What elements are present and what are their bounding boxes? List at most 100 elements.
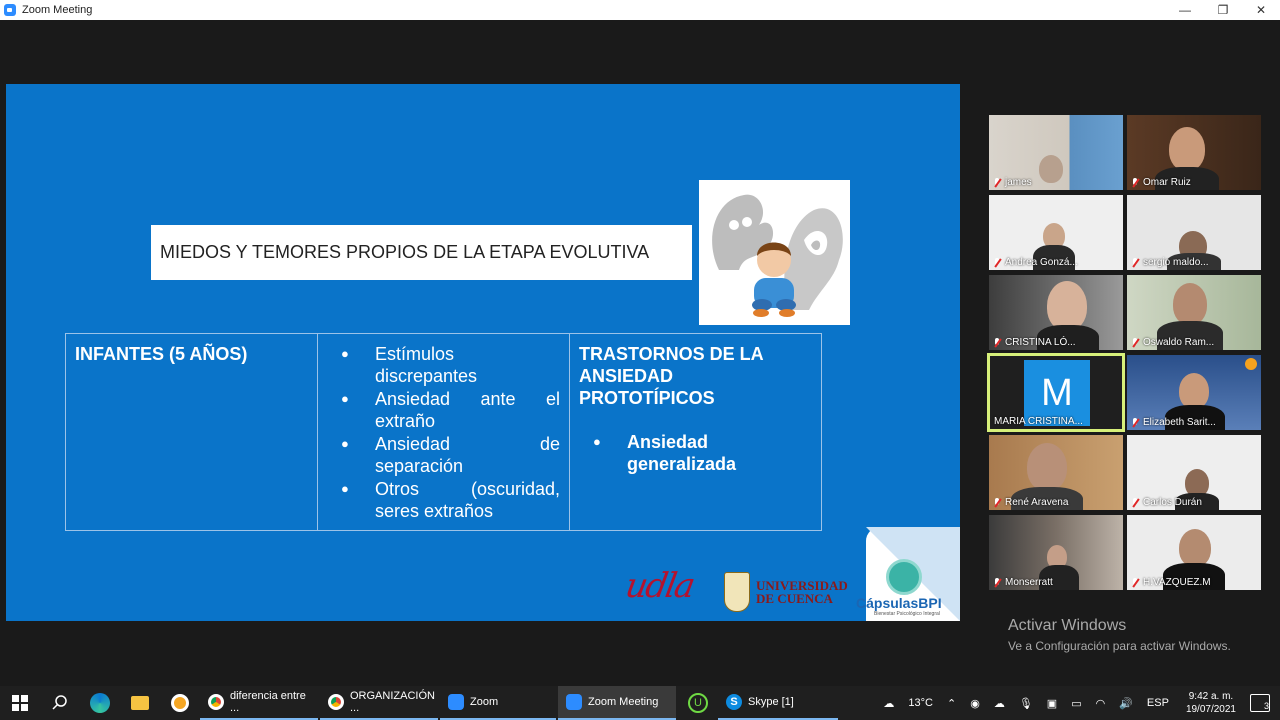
upwork-icon[interactable]: U (678, 686, 718, 720)
participant-name: Elizabeth Sarit... (1143, 417, 1216, 428)
zoom-icon (448, 694, 464, 710)
table-col-infantes: INFANTES (5 AÑOS) (66, 334, 318, 530)
notification-count: 3 (1263, 701, 1269, 711)
start-button[interactable] (0, 686, 40, 720)
vpn-app-icon[interactable] (160, 686, 200, 720)
participant-name: Carlos Durán (1143, 497, 1202, 508)
list-item: Ansiedad de separación (327, 433, 560, 477)
participant-tile[interactable]: Carlos Durán (1127, 435, 1261, 510)
zoom-icon (566, 694, 582, 710)
minimize-button[interactable]: — (1166, 0, 1204, 20)
muted-mic-icon (993, 337, 1001, 348)
system-tray: ☁ 13°C ⌃ ◉ ☁ 🎙 ▣ ▭ ◠ 🔊 ESP 9:42 a. m. 19… (876, 686, 1280, 720)
capsulas-text: CápsulasBPI (856, 595, 942, 611)
display-icon[interactable]: ▣ (1047, 697, 1057, 710)
system-clock[interactable]: 9:42 a. m. 19/07/2021 (1186, 690, 1236, 716)
muted-mic-icon (993, 257, 1001, 268)
battery-icon[interactable]: ▭ (1071, 697, 1081, 710)
muted-mic-icon (1131, 497, 1139, 508)
participant-tile[interactable]: CRISTINA LÓ... (989, 275, 1123, 350)
list-item: Otros (oscuridad, seres extraños (327, 478, 560, 522)
participant-name: Oswaldo Ram... (1143, 337, 1215, 348)
muted-mic-icon (1131, 577, 1139, 588)
participant-tile[interactable]: Oswaldo Ram... (1127, 275, 1261, 350)
ucuenca-line2: DE CUENCA (756, 591, 833, 606)
capsulas-logo: CápsulasBPI Bienestar Psicológico Integr… (856, 527, 960, 621)
microphone-icon[interactable]: 🎙 (1019, 697, 1033, 710)
muted-mic-icon (1131, 257, 1139, 268)
watermark-title: Activar Windows (1008, 617, 1127, 634)
edge-browser-icon[interactable] (80, 686, 120, 720)
participant-tile[interactable]: Monserratt (989, 515, 1123, 590)
window-titlebar: Zoom Meeting — ❐ ✕ (0, 0, 1280, 20)
university-crest-icon (724, 572, 750, 612)
participant-name: james (1005, 177, 1032, 188)
taskbar-app-skype[interactable]: S Skype [1] (718, 686, 838, 720)
watermark-subtitle: Ve a Configuración para activar Windows. (1008, 639, 1231, 653)
muted-mic-icon (1131, 177, 1139, 188)
tray-app-icon[interactable]: ◉ (970, 697, 980, 710)
temperature[interactable]: 13°C (908, 697, 933, 709)
disorders-list: Ansiedad generalizada (579, 431, 812, 475)
participant-tile-active-speaker[interactable]: M MARIA CRISTINA... (987, 353, 1125, 432)
udla-logo: udla (622, 566, 697, 606)
col-header: INFANTES (5 AÑOS) (75, 344, 248, 364)
muted-mic-icon (1131, 417, 1139, 428)
weather-cloud-icon[interactable]: ☁ (883, 697, 894, 710)
list-item: Ansiedad ante el extraño (327, 388, 560, 432)
participant-tile[interactable]: sergio maldo... (1127, 195, 1261, 270)
search-icon (52, 695, 67, 710)
zoom-app-icon (4, 4, 16, 16)
participant-name: sergio maldo... (1143, 257, 1209, 268)
participant-tile[interactable]: Elizabeth Sarit... (1127, 355, 1261, 430)
taskbar-app-zoom-meeting[interactable]: Zoom Meeting (558, 686, 676, 720)
capsulas-subtitle: Bienestar Psicológico Integral (874, 611, 940, 617)
window-title: Zoom Meeting (22, 4, 93, 16)
participant-name: Omar Ruiz (1143, 177, 1191, 188)
brain-icon (886, 559, 922, 595)
windows-taskbar: diferencia entre ... ORGANIZACIÓN ... Zo… (0, 686, 1280, 720)
shared-screen-slide[interactable]: MIEDOS Y TEMORES PROPIOS DE LA ETAPA EVO… (6, 84, 960, 621)
close-button[interactable]: ✕ (1242, 0, 1280, 20)
chrome-icon (328, 694, 344, 710)
taskbar-app-chrome-1[interactable]: diferencia entre ... (200, 686, 318, 720)
emoji-reaction-icon (1245, 358, 1257, 370)
onedrive-icon[interactable]: ☁ (994, 697, 1005, 710)
maximize-button[interactable]: ❐ (1204, 0, 1242, 20)
file-explorer-icon[interactable] (120, 686, 160, 720)
participant-tile[interactable]: Andrea Gonzá... (989, 195, 1123, 270)
chevron-up-icon[interactable]: ⌃ (947, 697, 956, 710)
notifications-icon[interactable]: 3 (1250, 694, 1270, 712)
muted-mic-icon (993, 177, 1001, 188)
participant-tile[interactable]: René Aravena (989, 435, 1123, 510)
search-button[interactable] (40, 686, 80, 720)
participant-tile[interactable]: Omar Ruiz (1127, 115, 1261, 190)
chrome-icon (208, 694, 224, 710)
participant-name: H.VAZQUEZ.M (1143, 577, 1211, 588)
window-controls: — ❐ ✕ (1166, 0, 1280, 20)
volume-icon[interactable]: 🔊 (1119, 697, 1133, 710)
participant-name: MARIA CRISTINA... (994, 416, 1083, 427)
windows-logo-icon (12, 695, 28, 711)
muted-mic-icon (993, 577, 1001, 588)
slide-title: MIEDOS Y TEMORES PROPIOS DE LA ETAPA EVO… (151, 225, 692, 280)
scared-child-illustration (699, 180, 850, 325)
participant-name: CRISTINA LÓ... (1005, 337, 1076, 348)
participant-name: René Aravena (1005, 497, 1069, 508)
activate-windows-watermark: Activar Windows Ve a Configuración para … (1008, 617, 1231, 653)
clock-date: 19/07/2021 (1185, 704, 1236, 715)
col-header: TRASTORNOS DE LA ANSIEDAD PROTOTÍPICOS (579, 344, 764, 408)
muted-mic-icon (993, 497, 1001, 508)
list-item: Ansiedad generalizada (579, 431, 812, 475)
language-indicator[interactable]: ESP (1147, 697, 1169, 709)
clock-time: 9:42 a. m. (1188, 691, 1234, 702)
participant-tile[interactable]: H.VAZQUEZ.M (1127, 515, 1261, 590)
muted-mic-icon (1131, 337, 1139, 348)
taskbar-app-chrome-2[interactable]: ORGANIZACIÓN ... (320, 686, 438, 720)
table-col-miedos: Estímulos discrepantes Ansiedad ante el … (318, 334, 570, 530)
participant-name: Andrea Gonzá... (1005, 257, 1078, 268)
list-item: Estímulos discrepantes (327, 343, 560, 387)
taskbar-app-zoom[interactable]: Zoom (440, 686, 556, 720)
participant-tile[interactable]: james (989, 115, 1123, 190)
wifi-icon[interactable]: ◠ (1096, 697, 1106, 710)
